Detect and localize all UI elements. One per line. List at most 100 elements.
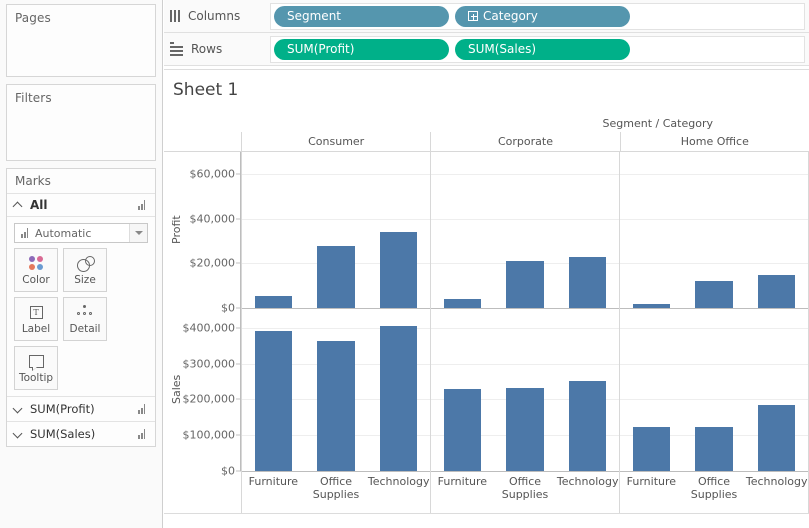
rows-shelf-dropzone[interactable]: SUM(Profit) SUM(Sales) xyxy=(270,35,805,63)
bar-slot xyxy=(745,308,808,471)
bar-group xyxy=(242,152,430,308)
category-label-office-supplies[interactable]: Office Supplies xyxy=(494,471,557,513)
left-side-panel: Pages Filters Marks All Automatic Color … xyxy=(0,0,163,528)
pill-category[interactable]: Category xyxy=(455,5,630,27)
segment-header-consumer[interactable]: Consumer xyxy=(241,132,431,152)
sales-plot[interactable]: Sales $0 $100,000 $200,000 $300,000 $400,000 xyxy=(164,308,809,478)
columns-shelf[interactable]: Columns Segment Category xyxy=(164,0,809,33)
bar-group xyxy=(620,308,808,471)
tooltip-button[interactable]: Tooltip xyxy=(14,346,58,390)
pill-sum-profit[interactable]: SUM(Profit) xyxy=(274,38,449,60)
segment-header-corporate[interactable]: Corporate xyxy=(430,132,620,152)
marks-field-sum-profit[interactable]: SUM(Profit) xyxy=(7,396,155,421)
chevron-down-icon[interactable] xyxy=(13,404,24,415)
bar-slot xyxy=(242,152,305,308)
marks-all-label: All xyxy=(30,198,48,212)
bar-chart-icon xyxy=(138,200,147,210)
bar-group xyxy=(431,308,619,471)
bar-sales-home-office-furniture[interactable] xyxy=(632,426,671,471)
segment-header-row: Consumer Corporate Home Office xyxy=(241,132,809,152)
expand-plus-icon[interactable] xyxy=(468,11,478,21)
columns-icon xyxy=(170,10,180,22)
bar-sales-consumer-furniture[interactable] xyxy=(254,331,293,471)
mark-type-dropdown[interactable]: Automatic xyxy=(14,223,148,243)
marks-all-row[interactable]: All xyxy=(7,194,155,217)
pill-sum-profit-label: SUM(Profit) xyxy=(287,42,355,56)
sales-panes xyxy=(241,308,809,472)
bar-slot xyxy=(683,152,746,308)
profit-tick-label: $20,000 xyxy=(189,256,236,270)
pill-sum-sales[interactable]: SUM(Sales) xyxy=(455,38,630,60)
bar-profit-home-office-technology[interactable] xyxy=(757,275,796,308)
bar-profit-consumer-furniture[interactable] xyxy=(254,295,293,308)
bar-slot xyxy=(683,308,746,471)
label-text-icon: T xyxy=(29,304,43,321)
pane-sales-corporate[interactable] xyxy=(430,308,619,472)
pane-profit-consumer[interactable] xyxy=(241,152,430,309)
profit-plot[interactable]: Profit $0 $20,000 $40,000 $60,000 xyxy=(164,152,809,315)
column-header-title: Segment / Category xyxy=(602,117,713,130)
bar-slot xyxy=(745,152,808,308)
bar-slot xyxy=(494,308,557,471)
mark-type-value: Automatic xyxy=(35,226,92,240)
category-label-furniture[interactable]: Furniture xyxy=(431,471,494,513)
marks-buttons: Color Size T Label Detail Tooltip xyxy=(7,248,155,396)
bar-sales-home-office-technology[interactable] xyxy=(757,405,796,471)
bar-sales-corporate-furniture[interactable] xyxy=(443,389,482,471)
bar-sales-consumer-office-supplies[interactable] xyxy=(317,340,355,471)
filters-card[interactable]: Filters xyxy=(6,84,156,161)
marks-card: Marks All Automatic Color Size T Label D… xyxy=(6,168,156,447)
chevron-down-icon[interactable] xyxy=(13,429,24,440)
chevron-down-icon[interactable] xyxy=(129,224,147,242)
profit-tick-label: $40,000 xyxy=(189,212,236,226)
sales-tick-label: $200,000 xyxy=(182,392,236,406)
pane-profit-corporate[interactable] xyxy=(430,152,619,309)
bar-chart-icon xyxy=(138,429,147,439)
columns-shelf-label: Columns xyxy=(188,9,241,23)
bar-profit-corporate-furniture[interactable] xyxy=(443,299,482,308)
category-label-furniture[interactable]: Furniture xyxy=(242,471,305,513)
detail-button[interactable]: Detail xyxy=(63,297,107,341)
bar-profit-consumer-technology[interactable] xyxy=(379,232,418,308)
rows-shelf[interactable]: Rows SUM(Profit) SUM(Sales) xyxy=(164,33,809,66)
segment-header-home-office[interactable]: Home Office xyxy=(619,132,809,152)
category-label-technology[interactable]: Technology xyxy=(367,471,430,513)
size-circles-icon xyxy=(76,255,95,272)
bar-sales-home-office-office-supplies[interactable] xyxy=(695,427,733,471)
size-button[interactable]: Size xyxy=(63,248,107,292)
category-label-technology[interactable]: Technology xyxy=(745,471,808,513)
pane-sales-home-office[interactable] xyxy=(619,308,809,472)
color-button[interactable]: Color xyxy=(14,248,58,292)
category-header-spacer xyxy=(164,471,241,513)
marks-field-label: SUM(Sales) xyxy=(30,427,96,441)
sheet-title[interactable]: Sheet 1 xyxy=(164,70,809,100)
category-label-office-supplies[interactable]: Office Supplies xyxy=(305,471,368,513)
category-group-corporate: Furniture Office Supplies Technology xyxy=(430,471,619,513)
category-label-furniture[interactable]: Furniture xyxy=(620,471,683,513)
bar-slot xyxy=(494,152,557,308)
bar-slot xyxy=(242,308,305,471)
shelves-area: Columns Segment Category Rows SUM(Profit… xyxy=(164,0,809,66)
category-label-office-supplies[interactable]: Office Supplies xyxy=(683,471,746,513)
pane-sales-consumer[interactable] xyxy=(241,308,430,472)
pane-profit-home-office[interactable] xyxy=(619,152,809,309)
chevron-up-icon[interactable] xyxy=(13,200,24,211)
bar-sales-consumer-technology[interactable] xyxy=(379,325,418,471)
columns-shelf-dropzone[interactable]: Segment Category xyxy=(270,2,805,30)
label-button[interactable]: T Label xyxy=(14,297,58,341)
bar-profit-corporate-technology[interactable] xyxy=(568,256,607,308)
category-label-technology[interactable]: Technology xyxy=(556,471,619,513)
pages-card[interactable]: Pages xyxy=(6,4,156,77)
bar-slot xyxy=(367,152,430,308)
pill-segment[interactable]: Segment xyxy=(274,5,449,27)
bar-profit-consumer-office-supplies[interactable] xyxy=(317,245,355,308)
bar-group xyxy=(242,308,430,471)
marks-field-sum-sales[interactable]: SUM(Sales) xyxy=(7,421,155,446)
bar-slot xyxy=(305,308,368,471)
profit-tick-label: $60,000 xyxy=(189,167,236,181)
sales-axis-ticks: $0 $100,000 $200,000 $300,000 $400,000 xyxy=(164,308,241,478)
bar-sales-corporate-office-supplies[interactable] xyxy=(506,388,544,471)
bar-sales-corporate-technology[interactable] xyxy=(568,381,607,471)
bar-profit-corporate-office-supplies[interactable] xyxy=(506,261,544,308)
bar-profit-home-office-office-supplies[interactable] xyxy=(695,280,733,308)
